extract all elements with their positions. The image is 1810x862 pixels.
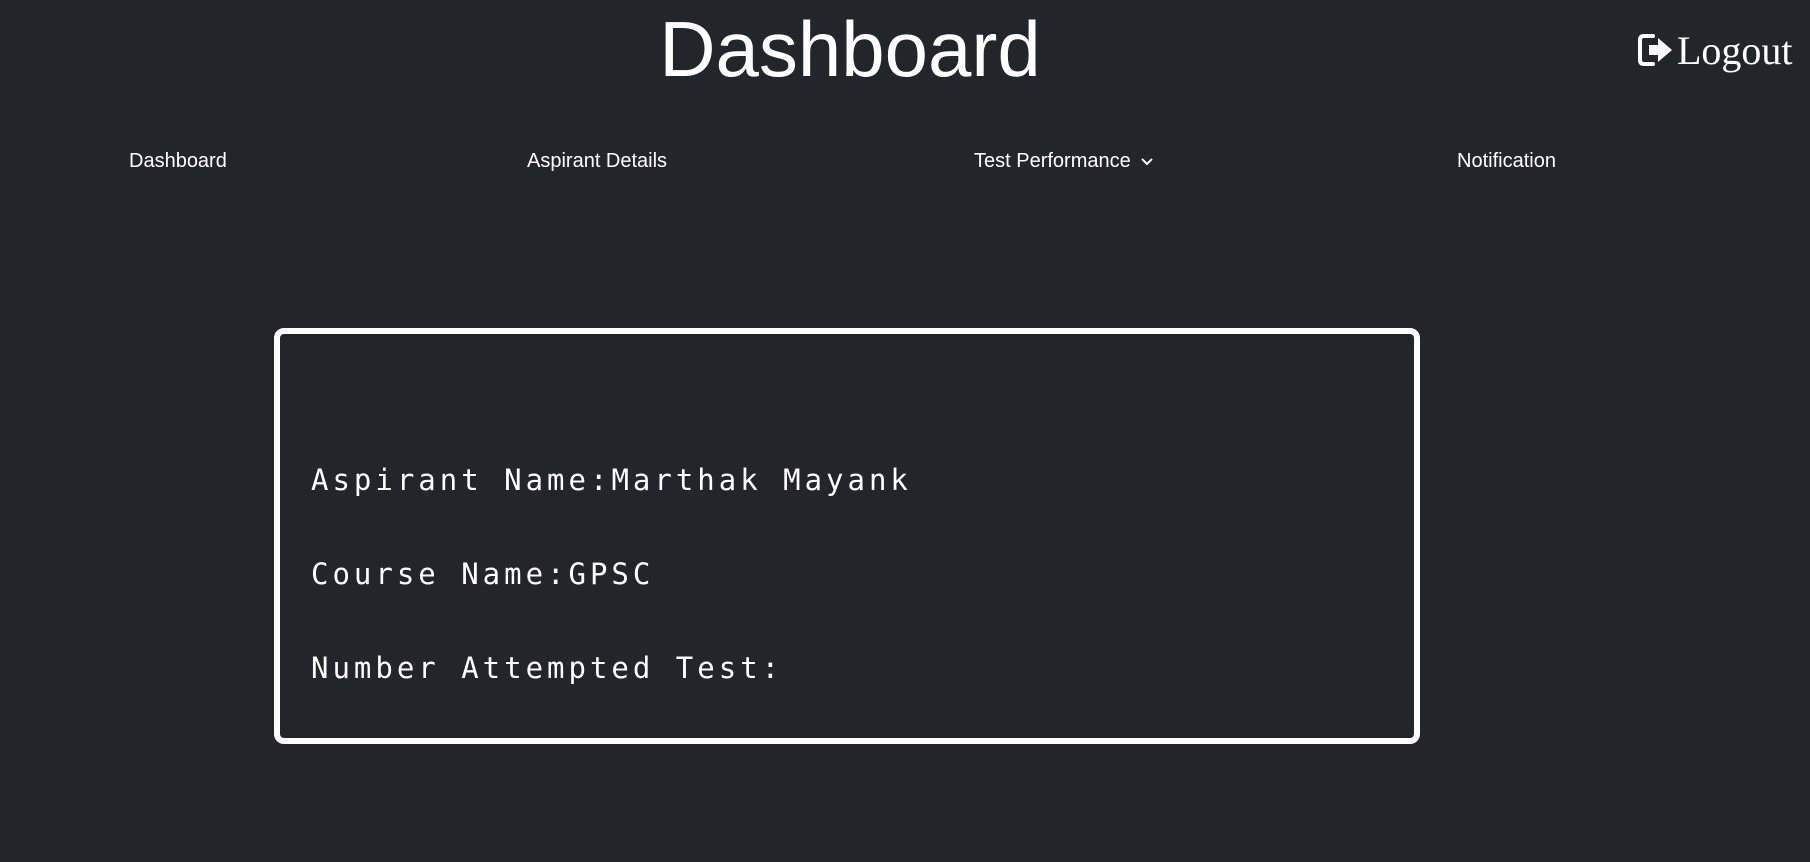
- aspirant-name-label: Aspirant Name:: [311, 463, 612, 497]
- logout-button[interactable]: Logout: [1637, 22, 1793, 78]
- nav-dashboard[interactable]: Dashboard: [129, 146, 227, 176]
- nav-dashboard-label: Dashboard: [129, 150, 227, 172]
- nav-test-performance-label: Test Performance: [974, 150, 1131, 172]
- aspirant-name-row: Aspirant Name:Marthak Mayank: [311, 462, 912, 498]
- page-title: Dashboard: [659, 5, 1041, 93]
- logout-label: Logout: [1677, 27, 1793, 73]
- attempted-tests-row: Number Attempted Test:: [311, 650, 783, 686]
- aspirant-info-card: Aspirant Name:Marthak Mayank Course Name…: [274, 328, 1420, 744]
- nav-notification-label: Notification: [1457, 150, 1556, 172]
- course-name-value: GPSC: [568, 557, 655, 591]
- nav-aspirant-details-label: Aspirant Details: [527, 150, 668, 172]
- aspirant-name-value: Marthak Mayank: [611, 463, 912, 497]
- course-name-row: Course Name:GPSC: [311, 556, 654, 592]
- chevron-down-icon: [1141, 158, 1153, 166]
- sign-out-icon: [1638, 34, 1672, 66]
- attempted-tests-label: Number Attempted Test:: [311, 651, 784, 685]
- nav-notification[interactable]: Notification: [1457, 146, 1556, 176]
- nav-aspirant-details[interactable]: Aspirant Details: [527, 146, 667, 176]
- course-name-label: Course Name:: [311, 557, 569, 591]
- nav-test-performance-dropdown[interactable]: Test Performance: [974, 146, 1154, 176]
